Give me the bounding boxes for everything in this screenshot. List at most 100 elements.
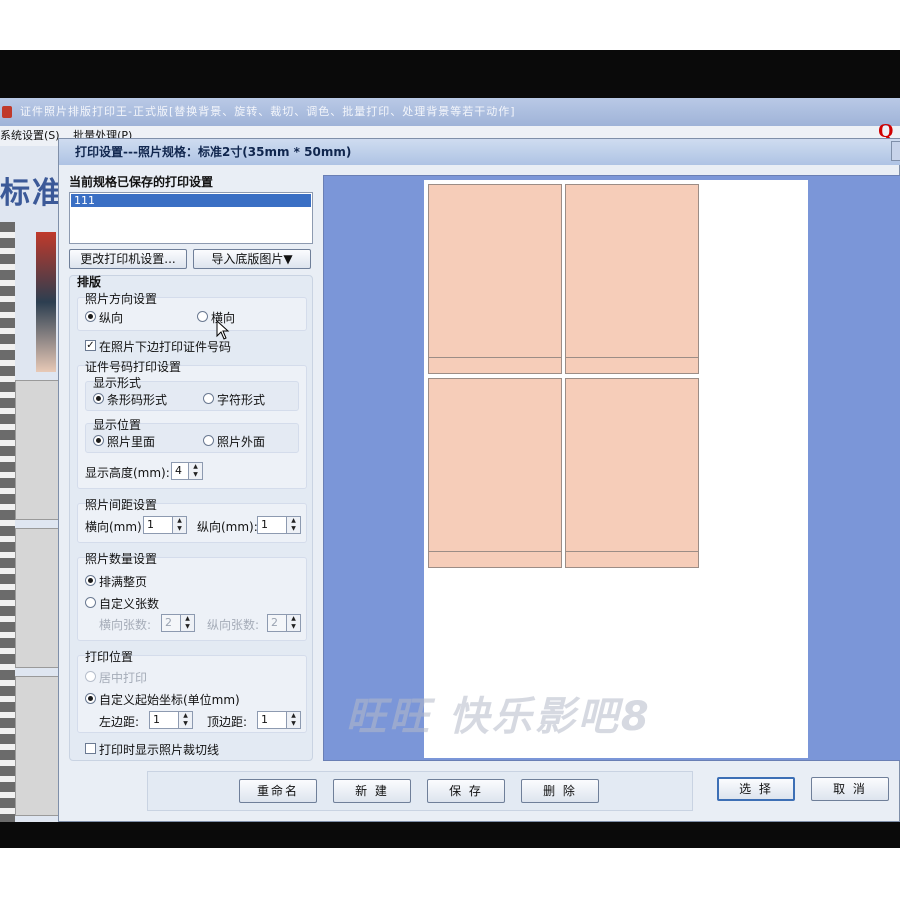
h-spacing-stepper[interactable]: 1 ▲ ▼ <box>143 516 187 534</box>
outside-photo-label: 照片外面 <box>217 435 266 449</box>
inside-photo-radio[interactable] <box>93 435 104 446</box>
film-frame[interactable] <box>15 676 60 816</box>
v-spacing-stepper[interactable]: 1 ▲ ▼ <box>257 516 301 534</box>
top-margin-label: 顶边距: <box>207 715 248 729</box>
display-height-stepper[interactable]: 4 ▲ ▼ <box>171 462 203 480</box>
portrait-label: 纵向 <box>99 311 124 325</box>
app-title-text: 证件照片排版打印王-正式版[替换背景、旋转、裁切、调色、批量打印、处理背景等若干… <box>20 105 516 118</box>
delete-button[interactable]: 删 除 <box>521 779 599 803</box>
cancel-button[interactable]: 取 消 <box>811 777 889 801</box>
dialog-title: 打印设置---照片规格：标准2寸(35mm * 50mm) <box>59 139 900 165</box>
custom-count-radio[interactable] <box>85 597 96 608</box>
text-form-radio[interactable] <box>203 393 214 404</box>
inside-photo-label: 照片里面 <box>107 435 156 449</box>
bottom-margin <box>0 848 900 900</box>
film-strip <box>0 222 15 822</box>
text-form-label: 字符形式 <box>217 393 266 407</box>
display-height-label: 显示高度(mm): <box>85 466 170 480</box>
h-count-stepper[interactable]: 2 ▲ ▼ <box>161 614 195 632</box>
import-template-button[interactable]: 导入底版图片▼ <box>193 249 311 269</box>
v-spacing-label: 纵向(mm): <box>197 520 258 534</box>
h-spacing-value: 1 <box>147 518 154 531</box>
spacing-title: 照片间距设置 <box>85 498 158 512</box>
show-cut-lines-label: 打印时显示照片裁切线 <box>99 743 220 757</box>
print-position-title: 打印位置 <box>85 650 134 664</box>
spin-arrows-icon[interactable]: ▲ ▼ <box>286 517 300 533</box>
left-margin-label: 左边距: <box>99 715 140 729</box>
saved-settings-list[interactable]: 111 <box>69 192 313 244</box>
id-number-strip <box>429 357 561 373</box>
rename-button[interactable]: 重命名 <box>239 779 317 803</box>
select-button[interactable]: 选 择 <box>717 777 795 801</box>
saved-settings-heading: 当前规格已保存的打印设置 <box>69 175 214 189</box>
mouse-cursor-icon <box>216 320 230 340</box>
paper-page <box>424 180 808 758</box>
save-button[interactable]: 保 存 <box>427 779 505 803</box>
spin-arrows-icon[interactable]: ▲ ▼ <box>286 712 300 728</box>
spin-arrows-icon[interactable]: ▲ ▼ <box>172 517 186 533</box>
top-margin-value: 1 <box>261 713 268 726</box>
v-count-stepper[interactable]: 2 ▲ ▼ <box>267 614 301 632</box>
app-logo-icon <box>2 106 12 118</box>
fill-page-radio[interactable] <box>85 575 96 586</box>
photo-slot <box>428 378 562 568</box>
v-spacing-value: 1 <box>261 518 268 531</box>
v-count-label: 纵向张数: <box>207 618 260 632</box>
watermark: 旺旺 快乐影吧8 <box>346 694 652 740</box>
h-count-value: 2 <box>165 616 172 629</box>
id-number-settings-title: 证件号码打印设置 <box>85 360 182 374</box>
footer-bar <box>147 771 693 811</box>
spin-arrows-icon[interactable]: ▲ ▼ <box>178 712 192 728</box>
show-cut-lines-checkbox[interactable] <box>85 743 96 754</box>
landscape-radio[interactable] <box>197 311 208 322</box>
photo-count-title: 照片数量设置 <box>85 552 158 566</box>
id-number-strip <box>429 551 561 567</box>
photo-slot <box>428 184 562 374</box>
close-button[interactable] <box>891 141 900 161</box>
center-print-label: 居中打印 <box>99 671 148 685</box>
id-number-strip <box>566 551 698 567</box>
portrait-radio[interactable] <box>85 311 96 322</box>
video-letterbox-top <box>0 50 900 98</box>
top-margin-stepper[interactable]: 1 ▲ ▼ <box>257 711 301 729</box>
id-number-strip <box>566 357 698 373</box>
print-preview: 旺旺 快乐影吧8 <box>323 175 900 761</box>
layout-heading: 排版 <box>77 275 102 289</box>
left-margin-value: 1 <box>153 713 160 726</box>
menu-system-settings[interactable]: 系统设置(S) <box>0 129 60 142</box>
orientation-title: 照片方向设置 <box>85 292 158 306</box>
center-print-radio[interactable] <box>85 671 96 682</box>
display-height-value: 4 <box>175 464 182 477</box>
print-settings-dialog: 打印设置---照片规格：标准2寸(35mm * 50mm) 当前规格已保存的打印… <box>58 138 900 822</box>
barcode-form-radio[interactable] <box>93 393 104 404</box>
h-count-label: 横向张数: <box>99 618 152 632</box>
h-spacing-label: 横向(mm): <box>85 520 146 534</box>
custom-count-label: 自定义张数 <box>99 597 160 611</box>
v-count-value: 2 <box>271 616 278 629</box>
app-title-bar: 证件照片排版打印王-正式版[替换背景、旋转、裁切、调色、批量打印、处理背景等若干… <box>0 98 900 126</box>
print-id-number-checkbox[interactable]: ✓ <box>85 340 96 351</box>
display-form-title: 显示形式 <box>93 376 142 390</box>
spin-arrows-icon[interactable]: ▲ ▼ <box>286 615 300 631</box>
app-spec-label: 标准 <box>0 176 64 211</box>
left-margin-stepper[interactable]: 1 ▲ ▼ <box>149 711 193 729</box>
spin-arrows-icon[interactable]: ▲ ▼ <box>188 463 202 479</box>
film-frame[interactable] <box>15 380 60 520</box>
print-id-number-label: 在照片下边打印证件号码 <box>99 340 232 354</box>
photo-slot <box>565 184 699 374</box>
barcode-form-label: 条形码形式 <box>107 393 168 407</box>
outside-photo-radio[interactable] <box>203 435 214 446</box>
change-printer-button[interactable]: 更改打印机设置... <box>69 249 187 269</box>
spin-arrows-icon[interactable]: ▲ ▼ <box>180 615 194 631</box>
new-button[interactable]: 新 建 <box>333 779 411 803</box>
custom-position-label: 自定义起始坐标(单位mm) <box>99 693 240 707</box>
film-frame[interactable] <box>15 528 60 668</box>
thumbnail-photo[interactable] <box>36 232 56 372</box>
display-position-title: 显示位置 <box>93 418 142 432</box>
video-letterbox-bottom <box>0 822 900 848</box>
top-margin <box>0 0 900 50</box>
saved-setting-item[interactable]: 111 <box>71 194 311 207</box>
photo-slot <box>565 378 699 568</box>
custom-position-radio[interactable] <box>85 693 96 704</box>
fill-page-label: 排满整页 <box>99 575 148 589</box>
